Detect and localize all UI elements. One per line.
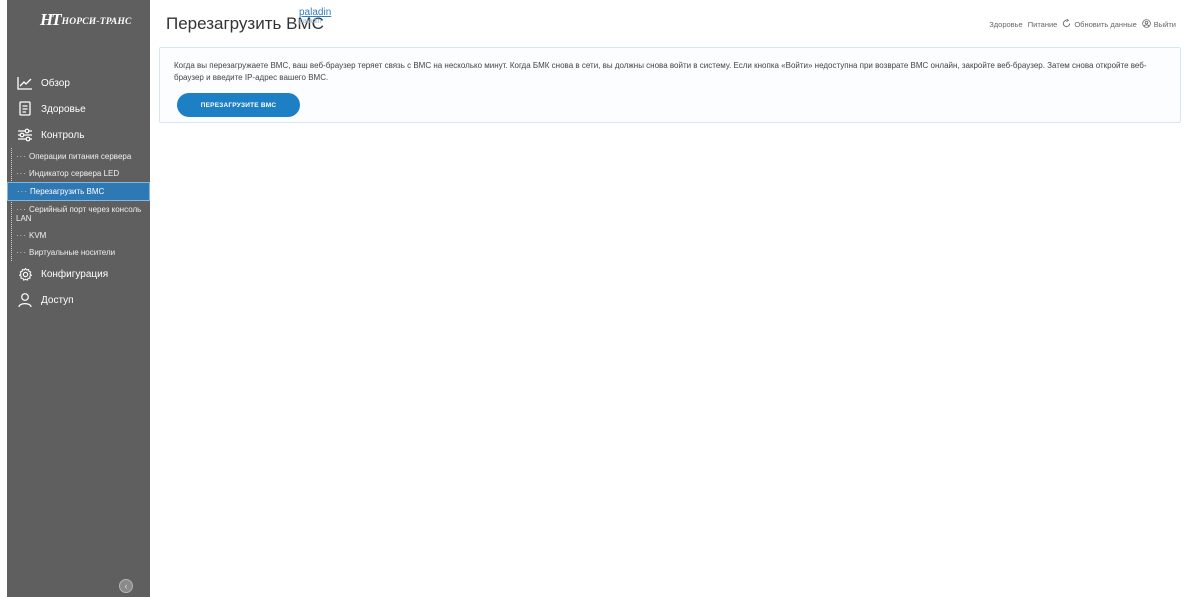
brand-mark: НТ — [40, 10, 62, 29]
refresh-label: Обновить данные — [1074, 20, 1137, 29]
gear-icon — [16, 266, 34, 282]
brand-name: НОРСИ-ТРАНС — [61, 16, 132, 27]
sliders-icon — [16, 127, 34, 143]
sidebar-item-label: Контроль — [41, 129, 85, 141]
health-link[interactable]: Здоровье — [989, 20, 1022, 29]
sidebar-item-label: Здоровье — [41, 103, 86, 115]
tree-dots: ··· — [16, 248, 27, 257]
subitem-serial-over-lan[interactable]: ··· Серийный порт через консоль LAN — [9, 201, 150, 227]
refresh-icon — [1062, 18, 1071, 30]
reboot-notice-text: Когда вы перезагружаете BMC, ваш веб-бра… — [174, 61, 1147, 82]
subitem-server-led[interactable]: ··· Индикатор сервера LED — [9, 165, 150, 182]
tree-dots: ··· — [16, 169, 27, 178]
tree-dots: ··· — [16, 152, 27, 161]
sidebar-item-label: Доступ — [41, 294, 74, 306]
user-info: paladin paladin — [299, 8, 331, 26]
subitem-label: Серийный порт через консоль LAN — [16, 205, 142, 223]
brand-logo[interactable]: НТ НОРСИ-ТРАНС — [40, 10, 132, 29]
subitem-label: Индикатор сервера LED — [29, 169, 120, 178]
user-icon — [16, 292, 34, 308]
sidebar-item-label: Обзор — [41, 77, 70, 89]
chevron-left-icon[interactable]: ‹ — [119, 579, 133, 593]
subitem-label: Виртуальные носители — [29, 248, 116, 257]
sidebar-item-configuration[interactable]: Конфигурация — [7, 261, 150, 287]
sidebar-item-health[interactable]: Здоровье — [7, 96, 150, 122]
power-link[interactable]: Питание — [1028, 20, 1058, 29]
control-submenu: ··· Операции питания сервера ··· Индикатор… — [7, 148, 150, 261]
subitem-power-operations[interactable]: ··· Операции питания сервера — [9, 148, 150, 165]
subitem-label: Операции питания сервера — [29, 152, 132, 161]
tree-dots: ··· — [17, 187, 28, 196]
sidebar-item-control[interactable]: Контроль — [7, 122, 150, 148]
sidebar-nav: Обзор Здоровье Контроль ··· Операции пита… — [7, 70, 150, 313]
subitem-reboot-bmc[interactable]: ··· Перезагрузить BMC — [7, 182, 150, 201]
subitem-label: KVM — [29, 231, 47, 240]
document-list-icon — [16, 101, 34, 117]
sidebar-item-label: Конфигурация — [41, 268, 109, 280]
user-name-link[interactable]: paladin — [299, 8, 331, 18]
subitem-kvm[interactable]: ··· KVM — [9, 227, 150, 244]
header-links: Здоровье Питание Обновить данные Выйти — [989, 18, 1176, 30]
logout-link[interactable]: Выйти — [1142, 19, 1176, 30]
user-circle-icon — [1142, 19, 1151, 30]
sidebar-item-access[interactable]: Доступ — [7, 287, 150, 313]
user-subtitle: paladin — [299, 18, 322, 25]
subitem-virtual-media[interactable]: ··· Виртуальные носители — [9, 244, 150, 261]
tree-dots: ··· — [16, 231, 27, 240]
sidebar-item-overview[interactable]: Обзор — [7, 70, 150, 96]
reboot-bmc-button[interactable]: ПЕРЕЗАГРУЗИТЕ BMC — [177, 93, 300, 117]
sidebar: НТ НОРСИ-ТРАНС Обзор Здоровье Контроль ·… — [7, 0, 150, 597]
subitem-label: Перезагрузить BMC — [30, 187, 105, 196]
logout-label: Выйти — [1153, 20, 1176, 29]
refresh-data-link[interactable]: Обновить данные — [1062, 18, 1137, 30]
reboot-bmc-panel: Когда вы перезагружаете BMC, ваш веб-бра… — [159, 47, 1181, 123]
tree-dots: ··· — [16, 205, 27, 214]
chart-line-icon — [16, 75, 34, 91]
